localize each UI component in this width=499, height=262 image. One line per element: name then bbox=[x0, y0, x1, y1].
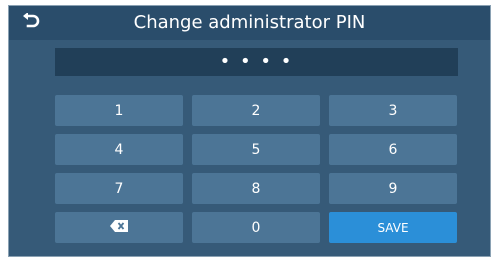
pin-screen: Change administrator PIN • • • • 1 2 3 4… bbox=[8, 5, 491, 257]
pin-input-field[interactable]: • • • • bbox=[55, 48, 458, 76]
key-2[interactable]: 2 bbox=[192, 95, 320, 126]
key-6[interactable]: 6 bbox=[329, 134, 457, 165]
key-7[interactable]: 7 bbox=[55, 173, 183, 204]
key-8[interactable]: 8 bbox=[192, 173, 320, 204]
numeric-keypad: 1 2 3 4 5 6 7 8 9 0 SAVE bbox=[55, 95, 458, 243]
backspace-icon bbox=[110, 219, 128, 236]
key-0[interactable]: 0 bbox=[192, 212, 320, 243]
page-title: Change administrator PIN bbox=[133, 12, 366, 33]
key-1[interactable]: 1 bbox=[55, 95, 183, 126]
backspace-button[interactable] bbox=[55, 212, 183, 243]
save-button[interactable]: SAVE bbox=[329, 212, 457, 243]
key-9[interactable]: 9 bbox=[329, 173, 457, 204]
key-5[interactable]: 5 bbox=[192, 134, 320, 165]
key-4[interactable]: 4 bbox=[55, 134, 183, 165]
key-3[interactable]: 3 bbox=[329, 95, 457, 126]
header-bar: Change administrator PIN bbox=[9, 6, 490, 40]
